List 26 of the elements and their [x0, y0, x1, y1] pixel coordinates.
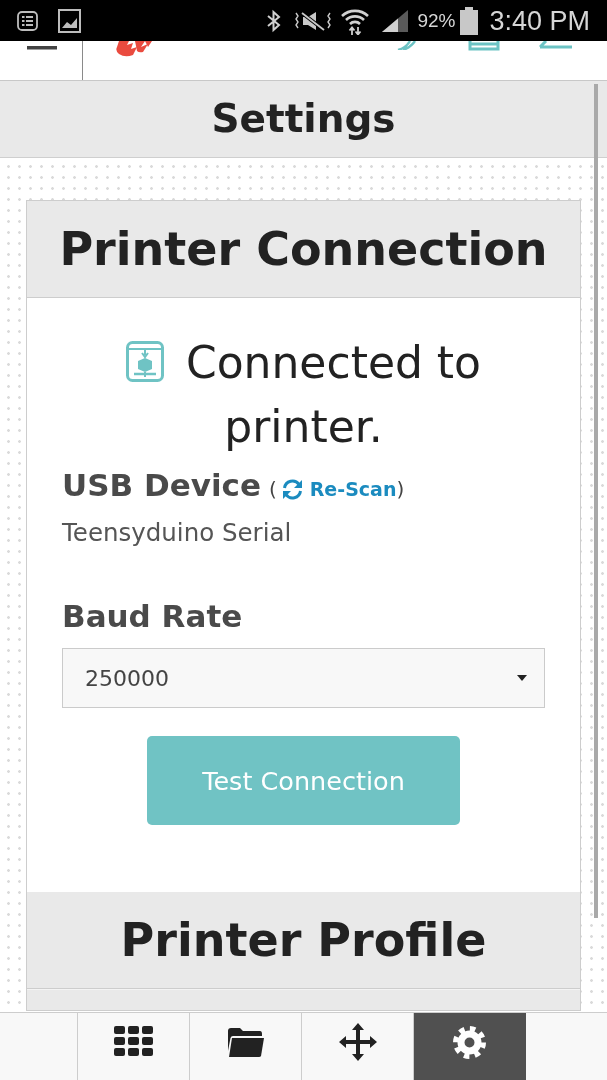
caret-icon — [517, 675, 527, 681]
grid-icon — [114, 1026, 153, 1056]
page-title: Settings — [211, 95, 396, 143]
settings-icon — [453, 1026, 486, 1059]
nav-tab[interactable] — [414, 1013, 526, 1080]
section-title: Printer Connection — [59, 221, 548, 277]
connection-status-text: Connected to printer. — [185, 337, 482, 452]
clock-time: 3:40 PM — [489, 5, 590, 36]
usb-device-label: USB Device — [62, 466, 261, 505]
baud-rate-label: Baud Rate — [62, 597, 243, 636]
rescan-link[interactable]: ( Re-Scan) — [268, 477, 405, 501]
menu-icon[interactable] — [27, 46, 57, 50]
battery-percent: 92% — [417, 9, 456, 32]
vibrate-mute-icon — [294, 9, 333, 32]
move-icon — [338, 1023, 377, 1061]
refresh-icon — [280, 478, 304, 500]
section-title: Printer Profile — [120, 912, 487, 968]
image-icon — [58, 8, 81, 33]
baud-rate-select[interactable]: 250000 — [62, 648, 545, 708]
usb-device-value: Teensyduino Serial — [62, 518, 292, 548]
battery-icon — [460, 6, 479, 35]
logo-icon — [115, 41, 152, 57]
list-icon — [17, 10, 38, 31]
folder-icon — [226, 1027, 265, 1058]
printer-icon — [125, 341, 164, 382]
signal-icon — [381, 8, 410, 33]
